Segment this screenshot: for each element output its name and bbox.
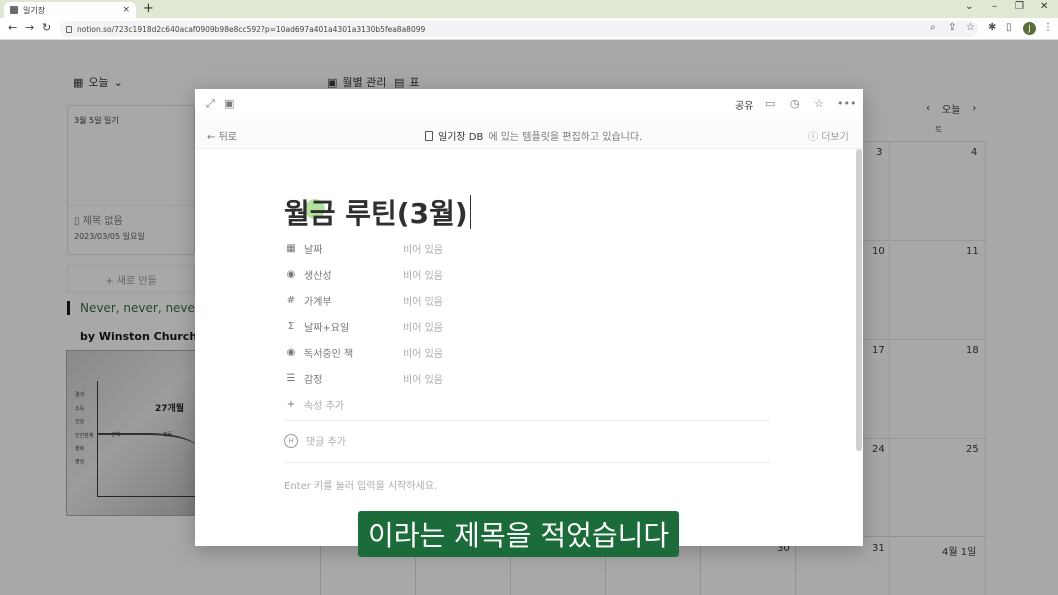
property-value[interactable]: 비어 있음 — [403, 371, 443, 386]
property-name: 날짜+요일 — [304, 322, 350, 334]
forward-arrow-icon[interactable]: → — [25, 21, 34, 34]
divider — [284, 462, 770, 463]
divider — [284, 420, 770, 421]
share-button[interactable]: 공유 — [735, 97, 753, 112]
back-button[interactable]: ← 뒤로 — [207, 128, 237, 143]
add-property-button[interactable]: + 속성 추가 — [284, 391, 774, 417]
page-title[interactable]: 월금 루틴(3월) — [284, 192, 471, 232]
close-icon[interactable]: × — [122, 5, 130, 15]
add-property-label: 속성 추가 — [304, 400, 344, 412]
share-page-icon[interactable]: ⇪ — [948, 22, 956, 33]
modal-toolbar: ⤢ ▣ 공유 ▭ ◷ ☆ ••• — [195, 89, 863, 119]
property-name: 독서중인 책 — [304, 348, 354, 360]
zoom-icon[interactable]: ⌕ — [930, 22, 936, 33]
property-value[interactable]: 비어 있음 — [403, 345, 443, 360]
add-comment[interactable]: H 댓글 추가 — [284, 433, 346, 448]
window-close-icon[interactable]: ✕ — [1040, 1, 1048, 12]
banner-text: 에 있는 템플릿을 편집하고 있습니다. — [488, 132, 643, 143]
expand-icon[interactable]: ⤢ — [206, 97, 215, 111]
tab-title: 일기장 — [23, 5, 46, 15]
property-value[interactable]: 비어 있음 — [403, 293, 443, 308]
body-placeholder[interactable]: Enter 키를 눌러 입력을 시작하세요. — [284, 477, 437, 492]
restore-icon[interactable]: ❐ — [1015, 1, 1024, 12]
comment-icon[interactable]: ▭ — [765, 97, 775, 110]
multi-select-icon: ☰ — [286, 372, 296, 384]
property-row[interactable]: # 가계부 비어 있음 — [284, 287, 774, 313]
info-icon: ⓘ — [808, 132, 818, 143]
property-list: ▦ 날짜 비어 있음 ◉ 생산성 비어 있음 # 가계부 비어 있음 Σ 날짜+… — [284, 235, 774, 417]
profile-avatar[interactable]: J — [1023, 22, 1036, 35]
browser-tab[interactable]: 일기장 × — [4, 2, 136, 18]
address-bar-row: ← → ↻ notion.so/723c1918d2c640acaf0909b9… — [0, 18, 1058, 40]
bookmark-star-icon[interactable]: ☆ — [966, 22, 975, 33]
banner-message: 일기장 DB 에 있는 템플릿을 편집하고 있습니다. — [425, 128, 642, 143]
text-caret — [469, 195, 471, 229]
property-value[interactable]: 비어 있음 — [403, 267, 443, 282]
property-row[interactable]: ◉ 생산성 비어 있음 — [284, 261, 774, 287]
property-name: 날짜 — [304, 244, 323, 256]
property-row[interactable]: Σ 날짜+요일 비어 있음 — [284, 313, 774, 339]
reload-icon[interactable]: ↻ — [42, 21, 51, 34]
arrow-left-icon: ← — [207, 132, 216, 143]
favorite-star-icon[interactable]: ☆ — [814, 97, 824, 110]
add-comment-label: 댓글 추가 — [306, 437, 346, 448]
comment-avatar-icon: H — [284, 433, 298, 448]
template-editor-modal: ⤢ ▣ 공유 ▭ ◷ ☆ ••• ← 뒤로 일기장 DB 에 있는 템플릿을 편… — [195, 89, 863, 546]
property-row[interactable]: ☰ 감정 비어 있음 — [284, 365, 774, 391]
new-tab-button[interactable]: + — [143, 1, 154, 16]
extensions-icon[interactable]: ✱ — [988, 22, 996, 33]
property-value[interactable]: 비어 있음 — [403, 241, 443, 256]
video-subtitle: 이라는 제목을 적었습니다 — [358, 511, 680, 557]
formula-icon: Σ — [287, 320, 295, 332]
browser-menu-icon[interactable]: ⋮ — [1043, 22, 1053, 33]
browser-tab-bar: 일기장 × + ⌄ – ❐ ✕ — [0, 0, 1058, 18]
chevron-down-icon[interactable]: ⌄ — [965, 1, 973, 12]
number-icon: # — [286, 294, 296, 306]
sidepanel-icon[interactable]: ▯ — [1006, 22, 1012, 33]
more-options-icon[interactable]: ••• — [837, 97, 856, 110]
select-icon: ◉ — [286, 346, 296, 358]
url-field[interactable]: notion.so/723c1918d2c640acaf0909b98e8cc5… — [60, 21, 978, 37]
peek-mode-icon[interactable]: ▣ — [224, 97, 234, 110]
property-row[interactable]: ◉ 독서중인 책 비어 있음 — [284, 339, 774, 365]
property-name: 가계부 — [304, 296, 332, 308]
minimize-icon[interactable]: – — [992, 1, 997, 12]
page-icon — [425, 130, 433, 141]
property-name: 생산성 — [304, 270, 332, 282]
property-value[interactable]: 비어 있음 — [403, 319, 443, 334]
database-link[interactable]: 일기장 DB — [438, 128, 483, 143]
history-clock-icon[interactable]: ◷ — [790, 97, 800, 110]
more-info-button[interactable]: ⓘ 더보기 — [808, 128, 849, 143]
scrollbar[interactable] — [856, 149, 862, 451]
calendar-icon: ▦ — [286, 242, 296, 254]
back-arrow-icon[interactable]: ← — [8, 21, 17, 34]
property-row[interactable]: ▦ 날짜 비어 있음 — [284, 235, 774, 261]
lock-icon — [66, 25, 72, 33]
url-text: notion.so/723c1918d2c640acaf0909b98e8cc5… — [77, 24, 426, 34]
template-banner: ← 뒤로 일기장 DB 에 있는 템플릿을 편집하고 있습니다. ⓘ 더보기 — [195, 119, 863, 149]
notion-favicon-icon — [10, 6, 18, 14]
property-name: 감정 — [304, 374, 323, 386]
plus-icon: + — [286, 398, 296, 410]
select-icon: ◉ — [286, 268, 296, 280]
